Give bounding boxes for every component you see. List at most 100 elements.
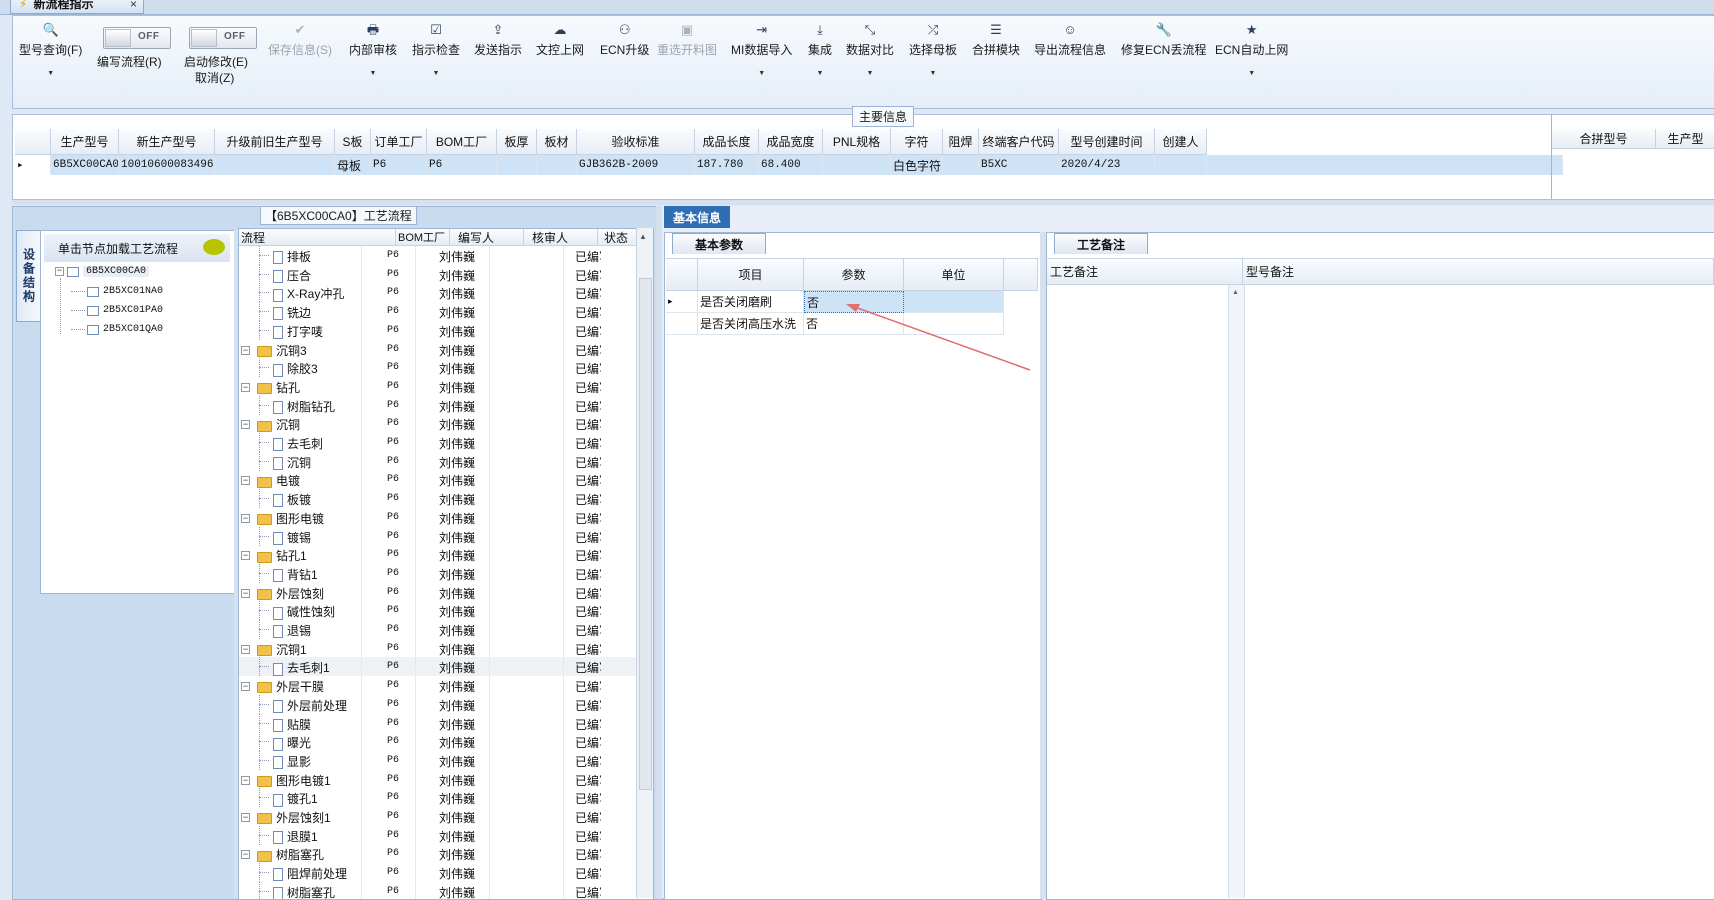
write-flow-toggle[interactable]: OFF <box>103 27 171 49</box>
col-header[interactable]: 创建人 <box>1155 129 1207 155</box>
chevron-down-icon[interactable]: ▼ <box>731 70 792 77</box>
flow-row[interactable]: 镀孔1 P6 刘伟巍 已编写 <box>239 788 639 808</box>
instruction-check-button[interactable]: ☑ 指示检查 ▼ <box>412 22 460 77</box>
flow-scrollbar[interactable]: ▲ <box>636 228 653 898</box>
flow-row[interactable]: X-Ray冲孔 P6 刘伟巍 已编写 <box>239 283 639 303</box>
col-header[interactable]: 成品长度 <box>695 129 759 155</box>
document-tab[interactable]: ⚡ 新流程指示 × <box>10 0 144 14</box>
close-tab-icon[interactable]: × <box>130 0 137 11</box>
flow-row[interactable]: −图形电镀1P6刘伟巍已编写 <box>239 769 639 789</box>
col-header[interactable]: PNL规格 <box>823 129 891 155</box>
flow-row[interactable]: 背钻1 P6 刘伟巍 已编写 <box>239 563 639 583</box>
col-header[interactable]: BOM工厂 <box>427 129 497 155</box>
table-cell[interactable] <box>943 155 979 175</box>
table-cell[interactable]: GJB362B-2009 <box>577 155 695 175</box>
table-cell[interactable]: 187.780 <box>695 155 759 175</box>
table-cell[interactable]: 是否关闭磨刷 <box>698 291 804 313</box>
ecn-upgrade-button[interactable]: ⚇ ECN升级 <box>600 22 649 58</box>
tree-node[interactable]: 2B5XC01NA0 <box>71 286 163 297</box>
flow-row[interactable]: 外层前处理 P6 刘伟巍 已编写 <box>239 694 639 714</box>
table-cell[interactable] <box>823 155 891 175</box>
flow-row[interactable]: −钻孔P6刘伟巍已编写 <box>239 376 639 396</box>
col-header[interactable]: 合拼型号 <box>1552 129 1656 149</box>
chevron-down-icon[interactable]: ▼ <box>808 70 832 77</box>
table-cell[interactable] <box>537 155 577 175</box>
grid-corner[interactable] <box>15 129 51 155</box>
table-cell[interactable]: 母板 <box>335 155 371 175</box>
horizontal-splitter[interactable] <box>12 200 1714 205</box>
tab-process-notes[interactable]: 工艺备注 <box>1054 233 1148 254</box>
save-info-button[interactable]: ✔ 保存信息(S) <box>268 22 332 58</box>
col-header[interactable]: 字符 <box>891 129 943 155</box>
mi-data-import-button[interactable]: ⇥ MI数据导入 ▼ <box>731 22 792 77</box>
flow-row[interactable]: 镀锡 P6 刘伟巍 已编写 <box>239 526 639 546</box>
col-header[interactable]: 型号备注 <box>1243 259 1714 285</box>
flow-row[interactable]: −外层干膜P6刘伟巍已编写 <box>239 676 639 696</box>
reselect-cutting-image-button[interactable]: ▣ 重选开料图 <box>657 22 717 58</box>
col-header[interactable]: 核审人 <box>524 229 598 246</box>
tree-node[interactable]: 2B5XC01QA0 <box>71 324 163 335</box>
col-header[interactable]: 板厚 <box>497 129 537 155</box>
cancel-label[interactable]: 取消(Z) <box>195 69 234 86</box>
start-edit-toggle[interactable]: OFF <box>189 27 257 49</box>
flow-row[interactable]: 打字唛 P6 刘伟巍 已编写 <box>239 320 639 340</box>
table-cell[interactable]: 6B5XC00CA0 <box>51 155 119 175</box>
flow-row[interactable]: 碱性蚀刻 P6 刘伟巍 已编写 <box>239 601 639 621</box>
flow-row[interactable]: 排板 P6 刘伟巍 已编写 <box>239 246 639 265</box>
chevron-down-icon[interactable]: ▼ <box>349 70 397 77</box>
table-cell[interactable]: P6 <box>427 155 497 175</box>
flow-row[interactable]: 显影 P6 刘伟巍 已编写 <box>239 750 639 770</box>
flow-row[interactable]: 阻焊前处理 P6 刘伟巍 已编写 <box>239 863 639 883</box>
flow-row[interactable]: 树脂钻孔 P6 刘伟巍 已编写 <box>239 395 639 415</box>
chevron-down-icon[interactable]: ▼ <box>909 70 957 77</box>
table-cell[interactable] <box>497 155 537 175</box>
flow-row[interactable]: 贴膜 P6 刘伟巍 已编写 <box>239 713 639 733</box>
col-header[interactable]: 板材 <box>537 129 577 155</box>
col-header[interactable]: 单位 <box>904 259 1004 291</box>
chevron-down-icon[interactable]: ▼ <box>1215 70 1288 77</box>
grid-corner[interactable] <box>666 259 698 291</box>
col-header[interactable]: 新生产型号 <box>119 129 215 155</box>
col-header[interactable]: 工艺备注 <box>1047 259 1243 285</box>
flow-row[interactable]: 去毛刺1 P6 刘伟巍 已编写 <box>239 657 639 677</box>
chevron-down-icon[interactable]: ▼ <box>19 70 82 77</box>
scroll-thumb[interactable] <box>639 278 652 790</box>
tab-basic-params[interactable]: 基本参数 <box>672 233 766 254</box>
flow-row[interactable]: 去毛刺 P6 刘伟巍 已编写 <box>239 433 639 452</box>
col-header[interactable]: 参数 <box>804 259 904 291</box>
col-header[interactable]: 编写人 <box>450 229 524 246</box>
table-cell[interactable]: 是否关闭高压水洗 <box>698 313 804 335</box>
doc-control-online-button[interactable]: ☁ 文控上网 <box>536 22 584 58</box>
table-cell[interactable]: 10010600083496 <box>119 155 215 175</box>
col-header[interactable]: 成品宽度 <box>759 129 823 155</box>
flow-row[interactable]: 压合 P6 刘伟巍 已编写 <box>239 264 639 284</box>
flow-row[interactable]: 树脂塞孔P6刘伟巍已编写 <box>239 881 639 899</box>
flow-row[interactable]: −钻孔1P6刘伟巍已编写 <box>239 545 639 565</box>
table-cell[interactable]: 2020/4/23 <box>1059 155 1155 175</box>
table-cell[interactable]: P6 <box>371 155 427 175</box>
flow-row[interactable]: 沉铜 P6 刘伟巍 已编写 <box>239 451 639 471</box>
col-header[interactable]: BOM工厂 <box>396 229 450 246</box>
scroll-up-icon[interactable]: ▲ <box>1232 289 1239 296</box>
ecn-auto-online-button[interactable]: ★ ECN自动上网 ▼ <box>1215 22 1288 77</box>
col-header[interactable]: 验收标准 <box>577 129 695 155</box>
structure-side-tab[interactable]: 设备结构 <box>16 230 41 322</box>
collapse-icon[interactable]: − <box>55 267 64 276</box>
flow-row[interactable]: 退膜1 P6 刘伟巍 已编写 <box>239 825 639 845</box>
flow-row[interactable]: 除胶3 P6 刘伟巍 已编写 <box>239 358 639 378</box>
node-checkbox[interactable] <box>87 324 99 335</box>
select-master-board-button[interactable]: ⤮ 选择母板 ▼ <box>909 22 957 77</box>
table-cell[interactable] <box>1155 155 1207 175</box>
col-header[interactable]: 流程 <box>239 229 396 246</box>
flow-row[interactable]: 退锡 P6 刘伟巍 已编写 <box>239 620 639 639</box>
merge-module-button[interactable]: ☰ 合拼模块 <box>972 22 1020 58</box>
node-checkbox[interactable] <box>67 266 79 277</box>
flow-row[interactable]: −图形电镀P6刘伟巍已编写 <box>239 507 639 527</box>
col-header[interactable]: 状态 <box>598 229 638 246</box>
flow-row[interactable]: 板镀 P6 刘伟巍 已编写 <box>239 489 639 509</box>
col-header[interactable]: 项目 <box>698 259 804 291</box>
flow-row[interactable]: −电镀P6刘伟巍已编写 <box>239 470 639 490</box>
col-header[interactable]: 订单工厂 <box>371 129 427 155</box>
flow-row[interactable]: −树脂塞孔P6刘伟巍已编写 <box>239 844 639 864</box>
flow-row[interactable]: −沉铜P6刘伟巍已编写 <box>239 414 639 434</box>
